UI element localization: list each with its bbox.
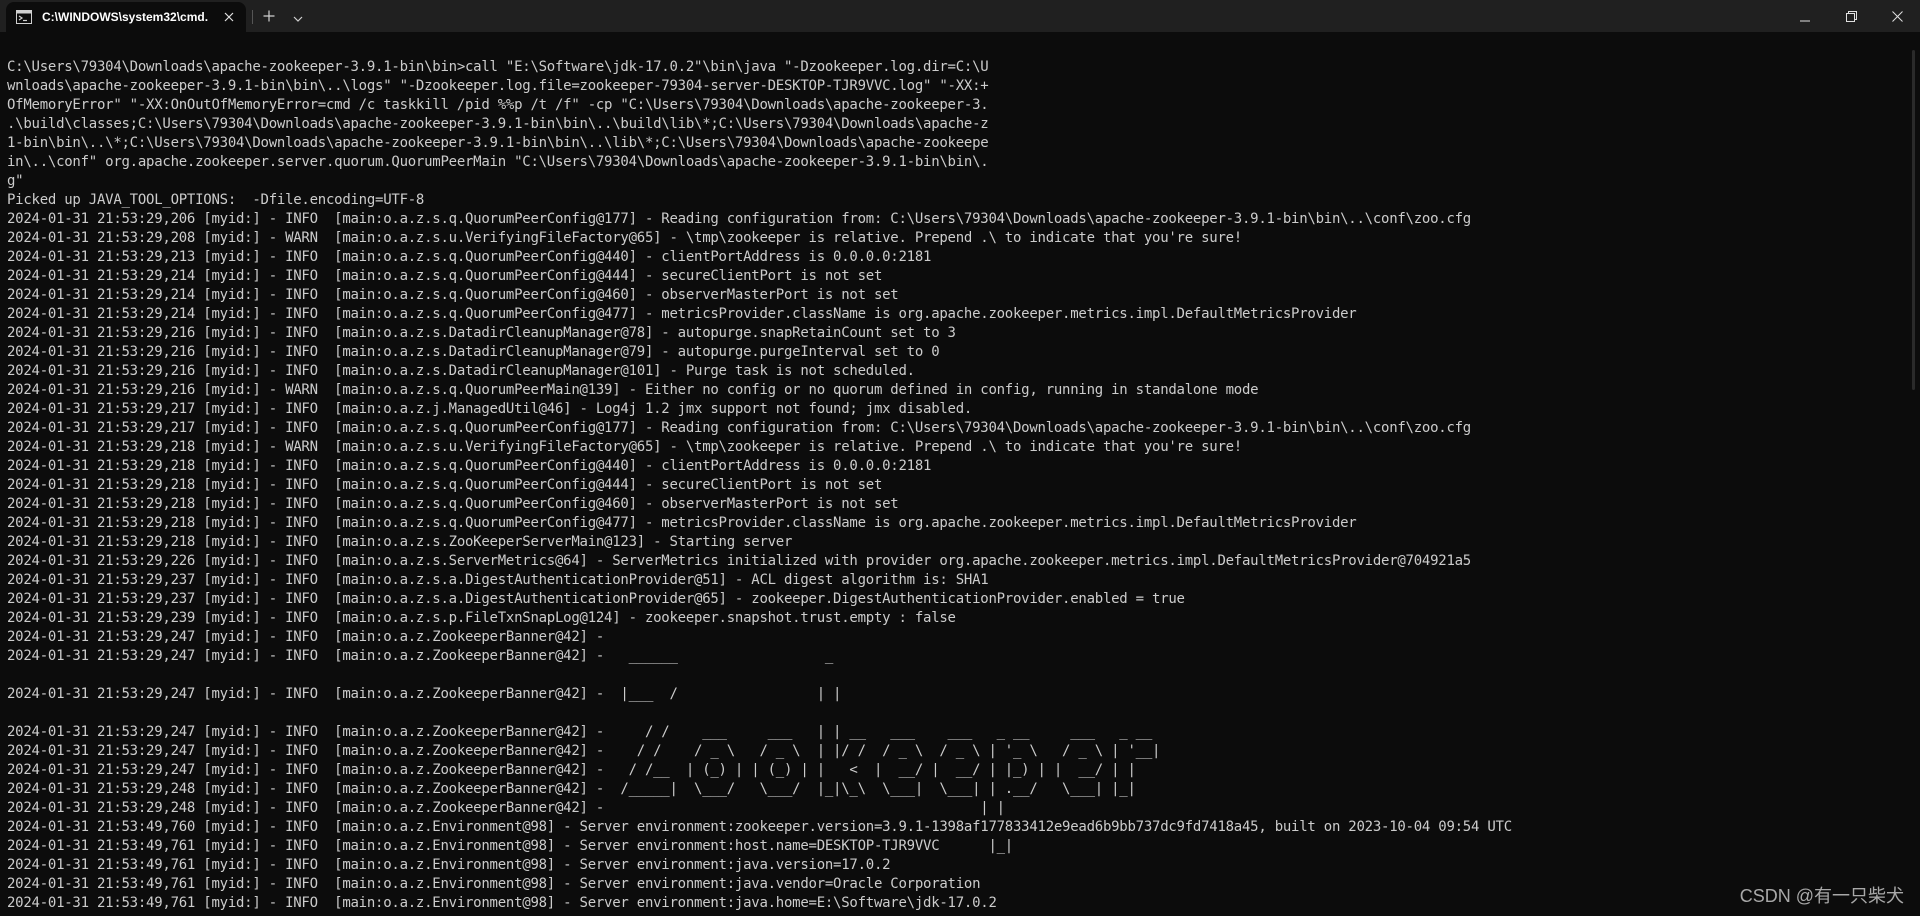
console-line: 2024-01-31 21:53:29,237 [myid:] - INFO [… (7, 591, 1185, 607)
console-line: 2024-01-31 21:53:49,761 [myid:] - INFO [… (7, 876, 981, 892)
console-line: 2024-01-31 21:53:29,247 [myid:] - INFO [… (7, 686, 842, 702)
console-line: 2024-01-31 21:53:29,214 [myid:] - INFO [… (7, 268, 883, 284)
console-line: 2024-01-31 21:53:49,761 [myid:] - INFO [… (7, 895, 997, 911)
tab-cmd[interactable]: C:\WINDOWS\system32\cmd. (6, 2, 246, 32)
maximize-button[interactable] (1828, 0, 1874, 32)
console-line: 2024-01-31 21:53:29,247 [myid:] - INFO [… (7, 648, 834, 664)
watermark: CSDN @有一只柴犬 (1739, 886, 1904, 906)
console-line: 2024-01-31 21:53:29,218 [myid:] - INFO [… (7, 496, 899, 512)
console-line: 1-bin\bin\..\*;C:\Users\79304\Downloads\… (7, 135, 989, 151)
console-line: 2024-01-31 21:53:29,216 [myid:] - WARN [… (7, 382, 1259, 398)
console-line: 2024-01-31 21:53:29,239 [myid:] - INFO [… (7, 610, 956, 626)
tab-title: C:\WINDOWS\system32\cmd. (42, 10, 209, 24)
console-line: 2024-01-31 21:53:29,218 [myid:] - WARN [… (7, 439, 1242, 455)
title-bar: C:\WINDOWS\system32\cmd. (0, 0, 1920, 32)
close-icon[interactable] (220, 8, 238, 26)
scroll-thumb[interactable] (1912, 50, 1915, 390)
tab-dropdown-button[interactable] (285, 4, 311, 28)
console-line: 2024-01-31 21:53:29,206 [myid:] - INFO [… (7, 211, 1471, 227)
close-window-button[interactable] (1874, 0, 1920, 32)
console-line: OfMemoryError" "-XX:OnOutOfMemoryError=c… (7, 97, 989, 113)
console-line: 2024-01-31 21:53:29,214 [myid:] - INFO [… (7, 306, 1357, 322)
console-line: 2024-01-31 21:53:29,247 [myid:] - INFO [… (7, 762, 1136, 778)
console-line: 2024-01-31 21:53:29,218 [myid:] - INFO [… (7, 458, 932, 474)
chevron-down-icon (293, 7, 303, 26)
console-line: 2024-01-31 21:53:29,218 [myid:] - INFO [… (7, 515, 1357, 531)
console-line: 2024-01-31 21:53:29,218 [myid:] - INFO [… (7, 534, 793, 550)
console-line: 2024-01-31 21:53:29,247 [myid:] - INFO [… (7, 743, 1161, 759)
console-line: 2024-01-31 21:53:29,248 [myid:] - INFO [… (7, 800, 1005, 816)
console-line: g" (7, 173, 24, 189)
tab-separator (252, 10, 253, 24)
console-line: 2024-01-31 21:53:49,761 [myid:] - INFO [… (7, 857, 891, 873)
console-line: 2024-01-31 21:53:29,217 [myid:] - INFO [… (7, 420, 1471, 436)
console-line: 2024-01-31 21:53:29,216 [myid:] - INFO [… (7, 344, 940, 360)
restore-icon (1845, 7, 1857, 26)
console-line: in\..\conf" org.apache.zookeeper.server.… (7, 154, 989, 170)
terminal-icon (16, 10, 32, 24)
minimize-button[interactable] (1782, 0, 1828, 32)
new-tab-button[interactable] (256, 4, 282, 28)
console-line: 2024-01-31 21:53:29,218 [myid:] - INFO [… (7, 477, 883, 493)
console-line: 2024-01-31 21:53:29,216 [myid:] - INFO [… (7, 325, 956, 341)
console-line: 2024-01-31 21:53:29,247 [myid:] - INFO [… (7, 724, 1153, 740)
scrollbar[interactable] (1912, 50, 1916, 910)
plus-icon (263, 7, 275, 26)
minimize-icon (1800, 7, 1810, 26)
console-line: 2024-01-31 21:53:29,213 [myid:] - INFO [… (7, 249, 932, 265)
console-line: wnloads\apache-zookeeper-3.9.1-bin\bin\.… (7, 78, 989, 94)
console-line: 2024-01-31 21:53:29,247 [myid:] - INFO [… (7, 629, 605, 645)
console-line: 2024-01-31 21:53:29,216 [myid:] - INFO [… (7, 363, 915, 379)
console-line: 2024-01-31 21:53:29,237 [myid:] - INFO [… (7, 572, 989, 588)
console-line: 2024-01-31 21:53:49,760 [myid:] - INFO [… (7, 819, 1512, 835)
console-line: 2024-01-31 21:53:29,214 [myid:] - INFO [… (7, 287, 899, 303)
console-line: 2024-01-31 21:53:29,226 [myid:] - INFO [… (7, 553, 1471, 569)
console-line: 2024-01-31 21:53:29,217 [myid:] - INFO [… (7, 401, 973, 417)
console-line: 2024-01-31 21:53:29,248 [myid:] - INFO [… (7, 781, 1136, 797)
console-line: 2024-01-31 21:53:29,208 [myid:] - WARN [… (7, 230, 1242, 246)
console-line: .\build\classes;C:\Users\79304\Downloads… (7, 116, 989, 132)
console-line: 2024-01-31 21:53:49,761 [myid:] - INFO [… (7, 838, 1013, 854)
console-line: Picked up JAVA_TOOL_OPTIONS: -Dfile.enco… (7, 192, 425, 208)
close-icon (1891, 7, 1903, 26)
console-output[interactable]: C:\Users\79304\Downloads\apache-zookeepe… (7, 58, 1907, 916)
console-line: C:\Users\79304\Downloads\apache-zookeepe… (7, 59, 989, 75)
